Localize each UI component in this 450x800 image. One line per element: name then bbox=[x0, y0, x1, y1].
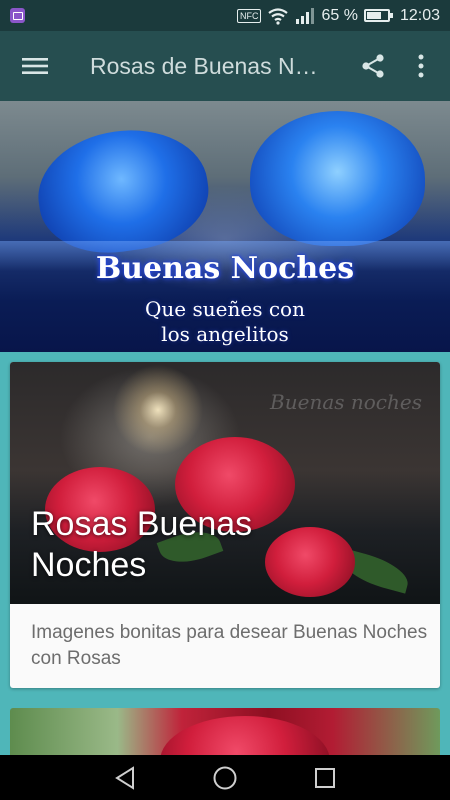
blue-rose-right bbox=[250, 111, 425, 246]
nfc-icon: NFC bbox=[236, 8, 262, 23]
article-card[interactable]: Buenas noches Rosas Buenas Noches Imagen… bbox=[10, 362, 440, 688]
card-headline: Rosas Buenas Noches bbox=[31, 504, 252, 586]
recents-icon[interactable] bbox=[310, 763, 340, 793]
banner-subtitle-line2: los angelitos bbox=[161, 322, 289, 346]
status-bar: NFC 65 % 12:03 bbox=[0, 0, 450, 31]
wifi-icon bbox=[268, 7, 289, 25]
card-image-watermark: Buenas noches bbox=[270, 390, 422, 414]
more-vert-icon[interactable] bbox=[398, 31, 444, 101]
card-image: Buenas noches Rosas Buenas Noches bbox=[10, 362, 440, 604]
red-rose bbox=[265, 527, 355, 597]
system-nav-bar bbox=[0, 755, 450, 800]
battery-level-fill bbox=[366, 12, 382, 19]
banner-subtitle: Que sueñes con los angelitos bbox=[0, 297, 450, 347]
status-time: 12:03 bbox=[399, 6, 440, 24]
share-icon[interactable] bbox=[348, 31, 398, 101]
banner-subtitle-line1: Que sueñes con bbox=[145, 297, 305, 321]
header-banner-image: Buenas Noches Que sueñes con los angelit… bbox=[0, 101, 450, 352]
battery-icon bbox=[363, 9, 393, 22]
battery-percent: 65 % bbox=[321, 6, 358, 24]
app-title: Rosas de Buenas Noches bbox=[90, 52, 330, 79]
menu-icon[interactable] bbox=[0, 31, 70, 101]
home-icon[interactable] bbox=[210, 763, 240, 793]
card-headline-line1: Rosas Buenas bbox=[31, 505, 253, 543]
signal-icon bbox=[296, 7, 315, 24]
back-icon[interactable] bbox=[110, 763, 140, 793]
app-bar: Rosas de Buenas Noches bbox=[0, 31, 450, 101]
card-description: Imagenes bonitas para desear Buenas Noch… bbox=[31, 622, 428, 669]
gallery-icon bbox=[10, 8, 25, 23]
banner-title: Buenas Noches bbox=[95, 251, 355, 286]
card-headline-line2: Noches bbox=[31, 546, 147, 584]
